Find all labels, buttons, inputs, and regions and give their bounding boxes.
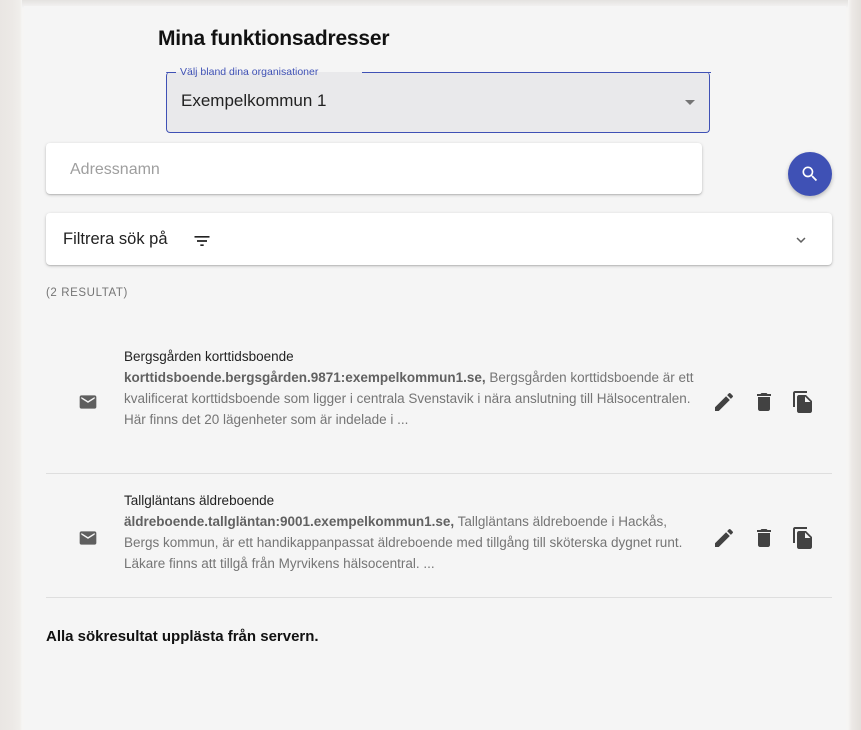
list-item[interactable]: Bergsgården korttidsboende korttidsboend… — [46, 330, 832, 474]
list-item-text: Tallgläntans äldreboende äldreboende.tal… — [124, 490, 704, 574]
dropdown-arrow-icon[interactable] — [685, 100, 695, 105]
results-status-message: Alla sökresultat upplästa från servern. — [46, 628, 319, 645]
filter-list-icon — [194, 236, 210, 246]
copy-icon[interactable] — [791, 526, 815, 550]
pencil-icon[interactable] — [712, 390, 736, 414]
list-item[interactable]: Tallgläntans äldreboende äldreboende.tal… — [46, 474, 832, 598]
list-item-title: Tallgläntans äldreboende — [124, 493, 275, 508]
trash-icon[interactable] — [752, 390, 776, 414]
mail-icon — [79, 395, 97, 409]
organization-select-value[interactable]: Exempelkommun 1 — [181, 91, 327, 111]
chevron-down-icon[interactable] — [792, 231, 810, 249]
copy-icon[interactable] — [791, 390, 815, 414]
address-search-input[interactable] — [68, 143, 672, 196]
trash-icon[interactable] — [752, 526, 776, 550]
mail-icon — [79, 531, 97, 545]
list-item-address: korttidsboende.bergsgården.9871:exempelk… — [124, 370, 486, 385]
organization-select-label: Välj bland dina organisationer — [177, 66, 322, 78]
result-count: (2 RESULTAT) — [46, 287, 128, 299]
list-item-title: Bergsgården korttidsboende — [124, 349, 294, 364]
list-item-text: Bergsgården korttidsboende korttidsboend… — [124, 346, 704, 430]
search-box — [46, 143, 702, 196]
pencil-icon[interactable] — [712, 526, 736, 550]
search-button[interactable] — [788, 152, 832, 196]
page-title: Mina funktionsadresser — [158, 27, 390, 50]
list-item-address: äldreboende.tallgläntan:9001.exempelkomm… — [124, 514, 455, 529]
filter-expansion-panel[interactable]: Filtrera sök på — [46, 213, 832, 265]
search-icon — [802, 166, 818, 182]
filter-label: Filtrera sök på — [63, 230, 168, 248]
